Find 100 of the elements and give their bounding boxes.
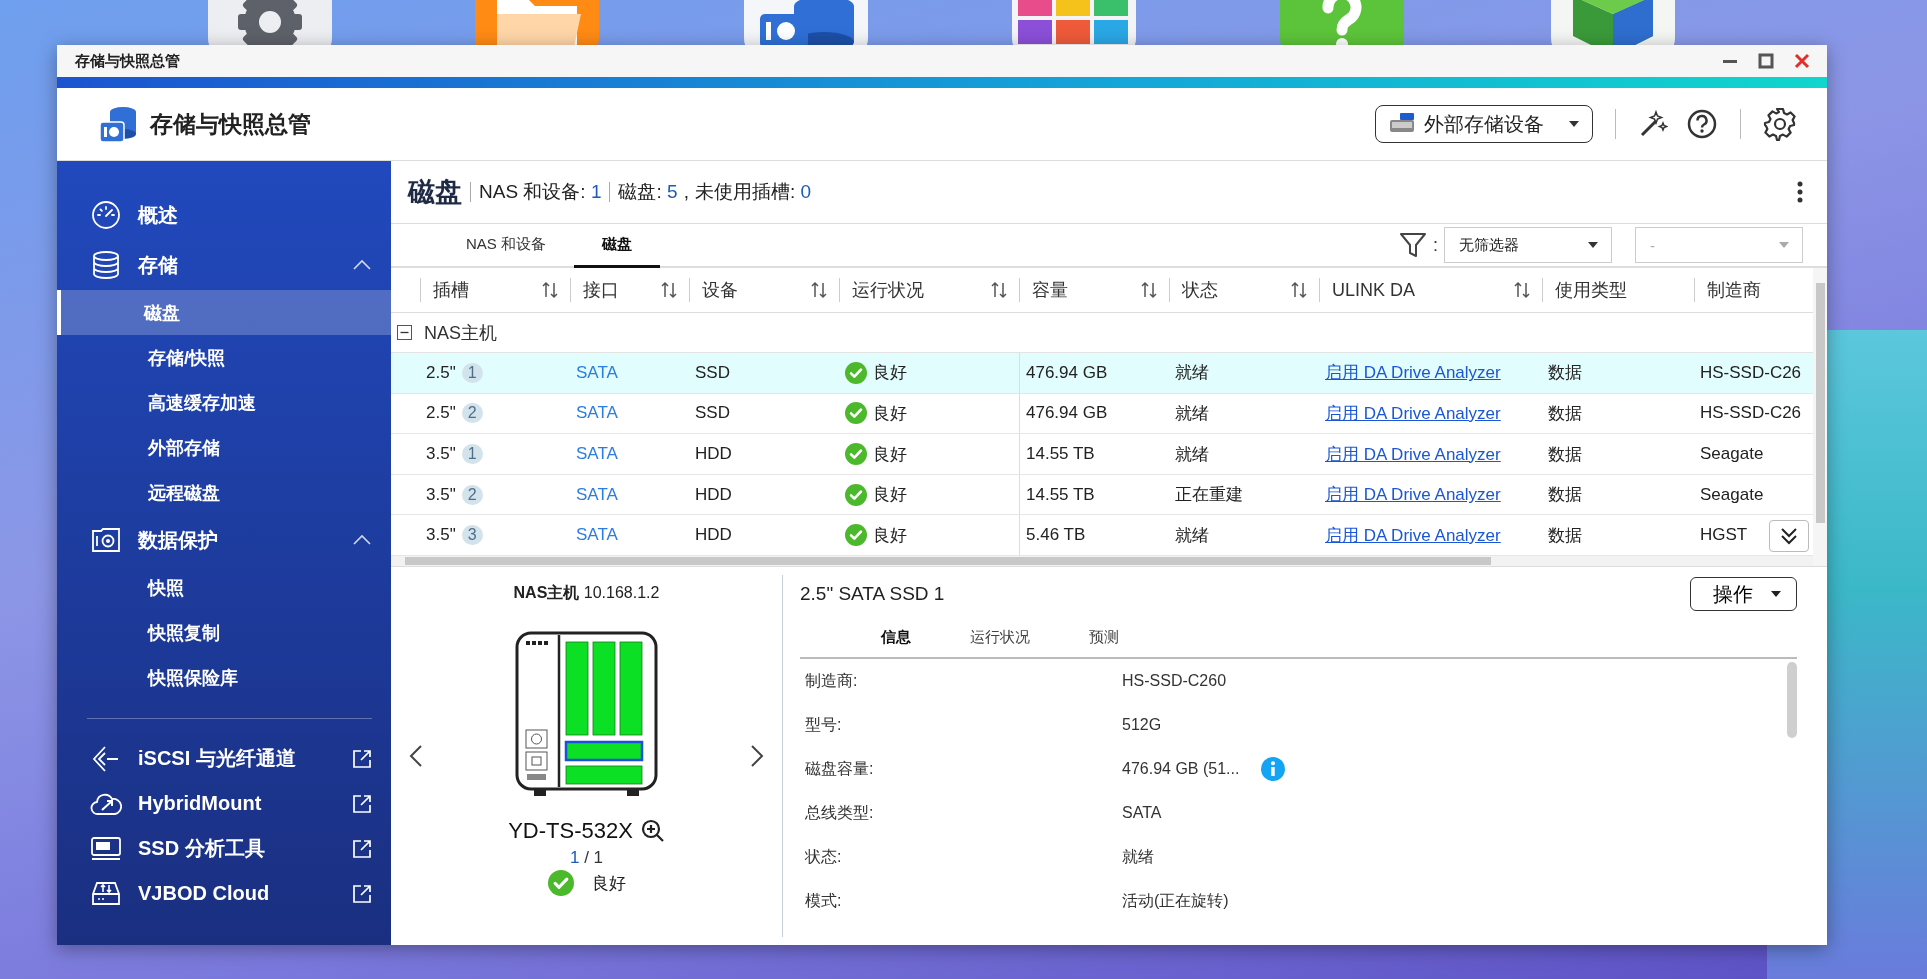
table-row[interactable]: 2.5" 1 SATA SSD 良好 476.94 GB 就绪 启用 DA Drive Analyzer 数据 HS-SSD-C26 bbox=[391, 353, 1813, 394]
nav-item[interactable]: 快照复制 bbox=[57, 610, 391, 655]
analyzer-link[interactable]: 启用 DA Drive Analyzer bbox=[1325, 483, 1501, 507]
question-icon[interactable] bbox=[1278, 0, 1406, 45]
nav-item[interactable]: 快照 bbox=[57, 565, 391, 610]
table-cell: HDD bbox=[695, 525, 732, 546]
nav-item[interactable]: 概述 bbox=[57, 190, 391, 240]
nav-item[interactable]: 存储 bbox=[57, 240, 391, 290]
window-title: 存储与快照总管 bbox=[75, 51, 180, 71]
nav-item[interactable]: 外部存储 bbox=[57, 425, 391, 470]
nav-link[interactable]: iSCSI 与光纤通道 bbox=[57, 736, 391, 781]
external-link-icon[interactable] bbox=[352, 883, 372, 904]
table-row[interactable]: 3.5" 1 SATA HDD 良好 14.55 TB 就绪 启用 DA Drive Analyzer 数据 Seagate bbox=[391, 434, 1813, 475]
more-menu-icon[interactable] bbox=[1797, 181, 1803, 203]
action-button[interactable]: 操作 bbox=[1690, 577, 1797, 611]
field-label: 状态: bbox=[804, 846, 843, 867]
table-cell-text: 数据 bbox=[1548, 524, 1582, 547]
filter-separator: : bbox=[1433, 234, 1438, 256]
settings-icon[interactable] bbox=[1763, 107, 1797, 141]
column-header: ULINK DA bbox=[1332, 279, 1416, 301]
chevron-up-icon[interactable] bbox=[352, 534, 372, 546]
table-cell-text: 正在重建 bbox=[1175, 484, 1243, 507]
database-icon[interactable] bbox=[742, 0, 870, 45]
external-link-icon[interactable] bbox=[352, 748, 372, 769]
table-cell-text: 良好 bbox=[873, 484, 907, 507]
analyzer-link[interactable]: 启用 DA Drive Analyzer bbox=[1325, 523, 1501, 547]
nav-item[interactable]: 远程磁盘 bbox=[57, 470, 391, 515]
nav-link[interactable]: VJBOD Cloud bbox=[57, 871, 391, 916]
nav-item[interactable]: 存储/快照 bbox=[57, 335, 391, 380]
sort-icon[interactable] bbox=[661, 281, 677, 300]
page-title: 磁盘 bbox=[408, 176, 462, 209]
collapse-icon[interactable] bbox=[397, 325, 412, 341]
interface-link[interactable]: SATA bbox=[576, 484, 618, 505]
table-cell: HDD bbox=[695, 484, 732, 505]
cube-icon[interactable] bbox=[1549, 0, 1677, 45]
column-header: 设备 bbox=[702, 279, 738, 303]
column-header: 插槽 bbox=[433, 279, 469, 303]
interface-link[interactable]: SATA bbox=[576, 525, 618, 546]
status-text: 良好 bbox=[591, 872, 626, 895]
nav-item[interactable]: 快照保险库 bbox=[57, 655, 391, 700]
info-icon[interactable] bbox=[1261, 757, 1286, 781]
nav-link[interactable]: SSD 分析工具 bbox=[57, 826, 391, 871]
table-cell: SSD bbox=[695, 403, 730, 424]
filter-icon[interactable] bbox=[1399, 232, 1427, 258]
caret-icon bbox=[1587, 241, 1599, 249]
grid-icon[interactable] bbox=[1010, 0, 1138, 45]
slot-text: 3.5" bbox=[426, 484, 456, 505]
sort-icon[interactable] bbox=[1291, 281, 1307, 300]
sort-icon[interactable] bbox=[1141, 281, 1157, 300]
nav-item[interactable]: 高速缓存加速 bbox=[57, 380, 391, 425]
external-link-icon[interactable] bbox=[352, 793, 372, 814]
table-cell-text: 良好 bbox=[873, 443, 907, 466]
sort-icon[interactable] bbox=[991, 281, 1007, 300]
stat-text: 磁盘: 5 , bbox=[618, 180, 690, 204]
tab[interactable]: NAS 和设备 bbox=[438, 224, 574, 268]
chevron-up-icon[interactable] bbox=[352, 259, 372, 271]
external-link-icon[interactable] bbox=[352, 838, 372, 859]
tab[interactable]: 预测 bbox=[1052, 617, 1156, 657]
analyzer-link[interactable]: 启用 DA Drive Analyzer bbox=[1325, 401, 1501, 425]
sort-icon[interactable] bbox=[811, 281, 827, 300]
table-cell: SSD bbox=[695, 362, 730, 383]
nav-item[interactable]: 数据保护 bbox=[57, 515, 391, 565]
interface-link[interactable]: SATA bbox=[576, 362, 618, 383]
scroll-bottom-button[interactable] bbox=[1769, 520, 1809, 552]
sort-icon[interactable] bbox=[1514, 281, 1530, 300]
tab[interactable]: 运行状况 bbox=[948, 617, 1052, 657]
tab[interactable]: 磁盘 bbox=[574, 224, 660, 268]
sort-icon[interactable] bbox=[542, 281, 558, 300]
external-storage-button[interactable]: 外部存储设备 bbox=[1375, 105, 1593, 143]
slot-text: 3.5" bbox=[426, 444, 456, 465]
ssd-icon bbox=[90, 835, 122, 862]
drive-bay[interactable] bbox=[564, 740, 644, 762]
horizontal-scrollbar[interactable] bbox=[391, 556, 1813, 566]
field-value: 就绪 bbox=[1122, 846, 1154, 867]
table-row[interactable]: 2.5" 2 SATA SSD 良好 476.94 GB 就绪 启用 DA Drive Analyzer 数据 HS-SSD-C26 bbox=[391, 393, 1813, 435]
interface-link[interactable]: SATA bbox=[576, 403, 618, 424]
analyzer-link[interactable]: 启用 DA Drive Analyzer bbox=[1325, 442, 1501, 466]
table-cell-text: 数据 bbox=[1548, 443, 1582, 466]
folder-icon[interactable] bbox=[473, 0, 601, 45]
tab[interactable]: 信息 bbox=[844, 617, 948, 657]
vertical-scrollbar[interactable] bbox=[1813, 268, 1827, 566]
filter-dropdown[interactable]: 无筛选器 bbox=[1444, 227, 1612, 263]
table-cell-text: 就绪 bbox=[1175, 524, 1209, 547]
bay-number: 1 bbox=[461, 444, 483, 465]
field-value: 512G bbox=[1122, 716, 1162, 734]
table-row[interactable]: 3.5" 2 SATA HDD 良好 14.55 TB 正在重建 启用 DA Drive Analyzer 数据 Seagate bbox=[391, 474, 1813, 516]
magic-wand-icon[interactable] bbox=[1638, 109, 1668, 139]
help-icon[interactable] bbox=[1686, 108, 1718, 140]
table-cell: HS-SSD-C26 bbox=[1700, 362, 1802, 383]
nav-link[interactable]: HybridMount bbox=[57, 781, 391, 826]
zoom-in-icon[interactable] bbox=[640, 819, 665, 843]
chevron-left-icon bbox=[409, 744, 423, 768]
table-cell-text: 就绪 bbox=[1175, 362, 1209, 385]
analyzer-link[interactable]: 启用 DA Drive Analyzer bbox=[1325, 361, 1501, 385]
nav-item[interactable]: 磁盘 bbox=[57, 290, 391, 335]
scrollbar-thumb[interactable] bbox=[1787, 662, 1797, 738]
gauge-icon bbox=[90, 200, 122, 230]
gear-icon[interactable] bbox=[206, 0, 334, 45]
table-cell-text: 良好 bbox=[873, 524, 907, 547]
interface-link[interactable]: SATA bbox=[576, 444, 618, 465]
